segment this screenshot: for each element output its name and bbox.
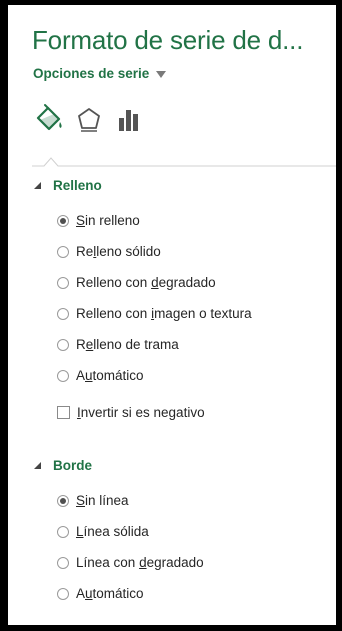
radio-unselected[interactable] — [57, 307, 69, 320]
radio-unselected[interactable] — [57, 556, 69, 569]
radio-option[interactable]: Relleno con imagen o textura — [57, 306, 252, 321]
radio-unselected[interactable] — [57, 245, 69, 258]
series-options-bar-chart-icon — [119, 110, 138, 131]
format-pane-frame: Formato de serie de d... Opciones de ser… — [0, 0, 342, 631]
radio-unselected[interactable] — [57, 276, 69, 289]
radio-label: Sin relleno — [76, 213, 140, 228]
radio-unselected[interactable] — [57, 525, 69, 538]
section-border-header[interactable]: Borde — [34, 458, 92, 473]
radio-option[interactable]: Relleno de trama — [57, 337, 179, 352]
checkbox-box[interactable] — [57, 406, 70, 419]
section-fill-title: Relleno — [53, 178, 102, 193]
radio-option[interactable]: Línea sólida — [57, 524, 149, 539]
series-options-label: Opciones de serie — [33, 66, 150, 81]
section-border-title: Borde — [53, 458, 93, 473]
radio-label: Relleno sólido — [76, 244, 161, 259]
radio-dot — [60, 497, 66, 504]
radio-label: Línea con degradado — [76, 555, 204, 570]
radio-selected[interactable] — [57, 494, 69, 507]
format-data-series-pane: Formato de serie de d... Opciones de ser… — [8, 5, 336, 625]
radio-label: Relleno con degradado — [76, 275, 216, 290]
fill-line-icon — [36, 104, 62, 131]
radio-label: Línea sólida — [76, 524, 149, 539]
radio-unselected[interactable] — [57, 587, 69, 600]
radio-option[interactable]: Relleno con degradado — [57, 275, 216, 290]
radio-label: Automático — [76, 368, 144, 383]
collapse-triangle-icon — [34, 462, 41, 469]
chevron-down-icon — [156, 70, 167, 78]
radio-label: Relleno con imagen o textura — [76, 306, 252, 321]
radio-option[interactable]: Línea con degradado — [57, 555, 204, 570]
radio-label: Relleno de trama — [76, 337, 179, 352]
radio-option[interactable]: Relleno sólido — [57, 244, 161, 259]
radio-option[interactable]: Sin relleno — [57, 213, 140, 228]
pane-title: Formato de serie de d... — [32, 25, 304, 55]
radio-dot — [60, 217, 66, 224]
radio-selected[interactable] — [57, 214, 69, 227]
tab-fill-line[interactable] — [32, 103, 66, 137]
invert-if-negative-checkbox[interactable]: Invertir si es negativo — [57, 405, 205, 420]
tab-effects[interactable] — [72, 103, 106, 137]
section-fill-header[interactable]: Relleno — [34, 178, 102, 193]
tab-divider — [32, 157, 336, 167]
radio-label: Sin línea — [76, 493, 129, 508]
checkbox-label: Invertir si es negativo — [77, 405, 205, 420]
effects-pentagon-icon — [78, 108, 100, 132]
radio-label: Automático — [76, 586, 144, 601]
radio-option[interactable]: Automático — [57, 368, 144, 383]
radio-unselected[interactable] — [57, 338, 69, 351]
tab-series-options[interactable] — [112, 103, 146, 137]
radio-option[interactable]: Sin línea — [57, 493, 129, 508]
radio-unselected[interactable] — [57, 369, 69, 382]
series-options-dropdown[interactable]: Opciones de serie — [33, 66, 167, 81]
radio-option[interactable]: Automático — [57, 586, 144, 601]
collapse-triangle-icon — [34, 182, 41, 189]
